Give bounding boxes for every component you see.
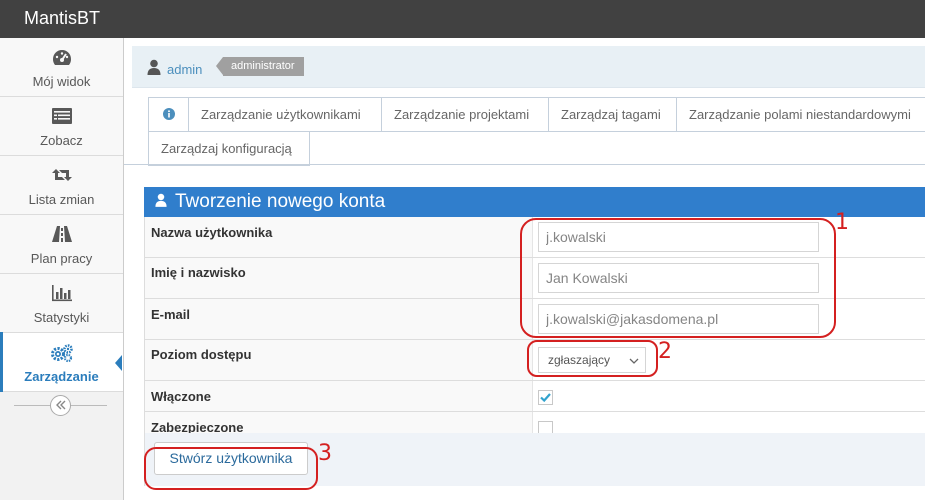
username-label: Nazwa użytkownika [151, 225, 273, 240]
sidebar-item-label: Plan pracy [30, 251, 93, 266]
sidebar-collapse-button[interactable] [50, 395, 71, 416]
breadcrumb: admin administrator [132, 46, 925, 88]
sidebar-item-label: Zobacz [40, 133, 83, 148]
main-content: admin administrator Zarządzanie użytkown… [124, 38, 925, 500]
retweet-icon [0, 166, 123, 186]
app-title[interactable]: MantisBT [24, 8, 100, 29]
sidebar-item-changelog[interactable]: Lista zmian [0, 156, 123, 215]
enabled-label: Włączone [151, 389, 211, 404]
breadcrumb-user: admin [147, 59, 202, 80]
enabled-checkbox[interactable] [538, 390, 553, 405]
access-level-select[interactable]: zgłaszający [538, 347, 646, 373]
username-input[interactable] [538, 222, 819, 252]
tab-info[interactable] [148, 97, 189, 132]
tab-manage-configuration[interactable]: Zarządzaj konfiguracją [148, 131, 310, 166]
sidebar-item-label: Lista zmian [28, 192, 95, 207]
create-account-widget: Tworzenie nowego konta Nazwa użytkownika… [144, 187, 925, 500]
realname-input[interactable] [538, 263, 819, 293]
list-icon [0, 107, 123, 127]
annotation-number-2: 2 [658, 339, 672, 364]
sidebar: Mój widok Zobacz Lista zmian Plan pracy … [0, 38, 124, 500]
tabs-divider [124, 164, 925, 165]
double-chevron-left-icon [55, 397, 66, 415]
sidebar-collapse-row [0, 392, 123, 418]
create-user-button[interactable]: Stwórz użytkownika [154, 442, 308, 475]
tab-manage-projects[interactable]: Zarządzanie projektami [381, 97, 549, 132]
create-account-form: Nazwa użytkownika Imię i nazwisko E-mail… [144, 217, 925, 444]
access-level-label: Poziom dostępu [151, 347, 252, 362]
tab-manage-custom-fields[interactable]: Zarządzanie polami niestandardowymi [676, 97, 925, 132]
email-input[interactable] [538, 304, 819, 334]
sidebar-item-summary[interactable]: Statystyki [0, 274, 123, 333]
tab-manage-tags[interactable]: Zarządzaj tagami [548, 97, 677, 132]
role-badge: administrator [216, 57, 304, 76]
sidebar-item-label: Mój widok [32, 74, 91, 89]
sidebar-item-manage[interactable]: Zarządzanie [0, 332, 123, 392]
gears-icon [0, 343, 123, 363]
form-row-access-level: Poziom dostępu zgłaszający [145, 340, 925, 381]
road-icon [0, 225, 123, 245]
form-row-email: E-mail [145, 299, 925, 340]
bar-chart-icon [0, 284, 123, 304]
sidebar-item-label: Zarządzanie [24, 369, 99, 384]
form-row-enabled: Włączone [145, 381, 925, 412]
user-icon [147, 59, 161, 80]
widget-header: Tworzenie nowego konta [144, 187, 925, 217]
dashboard-icon [0, 48, 123, 68]
chevron-down-icon [629, 349, 639, 373]
annotation-number-3: 3 [318, 441, 332, 466]
widget-title: Tworzenie nowego konta [175, 191, 386, 212]
form-row-username: Nazwa użytkownika [145, 217, 925, 258]
breadcrumb-username-link[interactable]: admin [167, 62, 202, 77]
sidebar-item-roadmap[interactable]: Plan pracy [0, 215, 123, 274]
form-footer: Stwórz użytkownika [144, 433, 925, 486]
top-navbar: MantisBT [0, 0, 925, 38]
access-level-value: zgłaszający [548, 353, 611, 367]
info-icon [162, 107, 175, 122]
user-icon [155, 191, 167, 213]
email-label: E-mail [151, 307, 191, 322]
annotation-number-1: 1 [835, 210, 849, 235]
checkmark-icon [539, 391, 552, 408]
form-row-realname: Imię i nazwisko [145, 258, 925, 299]
tab-manage-users[interactable]: Zarządzanie użytkownikami [188, 97, 382, 132]
sidebar-item-label: Statystyki [33, 310, 90, 325]
sidebar-item-view[interactable]: Zobacz [0, 97, 123, 156]
sidebar-item-my-view[interactable]: Mój widok [0, 38, 123, 97]
realname-label: Imię i nazwisko [151, 265, 246, 280]
